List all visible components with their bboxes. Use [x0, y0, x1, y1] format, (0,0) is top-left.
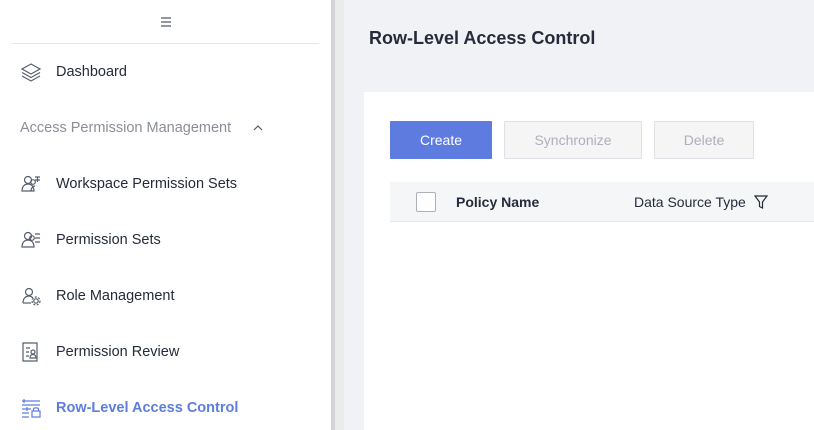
- toolbar: Create Synchronize Delete: [390, 121, 766, 159]
- sidebar-item-workspace-permission-sets[interactable]: Workspace Permission Sets: [0, 156, 331, 212]
- sidebar-item-label: Row-Level Access Control: [56, 400, 239, 416]
- sidebar-item-row-level-access-control[interactable]: Row-Level Access Control: [0, 380, 331, 430]
- content-card: Create Synchronize Delete Policy Name Da…: [364, 92, 814, 430]
- sidebar-item-role-management[interactable]: Role Management: [0, 268, 331, 324]
- sidebar-item-label: Role Management: [56, 288, 175, 304]
- sidebar-collapse-toggle[interactable]: [12, 0, 319, 44]
- sidebar: Dashboard Access Permission Management W…: [0, 0, 331, 430]
- sidebar-item-label: Dashboard: [56, 64, 127, 80]
- row-lock-icon: [20, 397, 42, 419]
- chevron-up-icon: [253, 125, 263, 131]
- page-title: Row-Level Access Control: [369, 28, 596, 48]
- layers-icon: [20, 61, 42, 83]
- sidebar-item-dashboard[interactable]: Dashboard: [0, 44, 331, 100]
- delete-button[interactable]: Delete: [654, 121, 754, 159]
- column-header-label: Data Source Type: [634, 193, 746, 210]
- menu-collapse-icon[interactable]: [160, 16, 172, 27]
- column-header-data-source-type[interactable]: Data Source Type: [634, 194, 768, 210]
- sidebar-divider: [331, 0, 335, 430]
- filter-icon[interactable]: [753, 194, 768, 209]
- sidebar-group-access-permission-management[interactable]: Access Permission Management: [0, 100, 331, 156]
- synchronize-button[interactable]: Synchronize: [504, 121, 642, 159]
- document-user-icon: [20, 341, 42, 363]
- sidebar-item-label: Permission Sets: [56, 232, 161, 248]
- sidebar-item-label: Permission Review: [56, 344, 180, 360]
- sidebar-item-permission-sets[interactable]: Permission Sets: [0, 212, 331, 268]
- create-button[interactable]: Create: [390, 121, 492, 159]
- user-list-icon: [20, 229, 42, 251]
- main-content: Row-Level Access Control Create Synchron…: [344, 0, 814, 430]
- sidebar-item-label: Workspace Permission Sets: [56, 176, 238, 192]
- sidebar-group-label: Access Permission Management: [20, 120, 232, 136]
- user-gear-icon: [20, 285, 42, 307]
- sidebar-item-permission-review[interactable]: Permission Review: [0, 324, 331, 380]
- sidebar-resize-handle[interactable]: [331, 0, 344, 430]
- page-header: Row-Level Access Control: [344, 0, 814, 77]
- select-all-checkbox[interactable]: [416, 191, 436, 212]
- table-header: Policy Name Data Source Type: [390, 182, 814, 222]
- column-header-policy-name[interactable]: Policy Name: [456, 194, 634, 210]
- users-permission-icon: [20, 173, 42, 195]
